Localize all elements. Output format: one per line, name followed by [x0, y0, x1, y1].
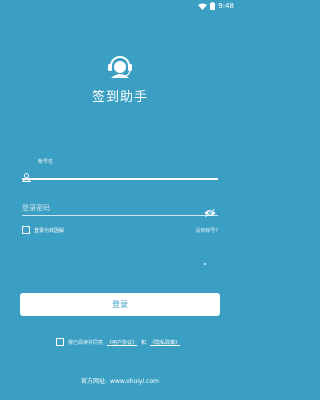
password-underline: [22, 215, 218, 216]
agreement-checkbox[interactable]: [56, 338, 64, 346]
battery-icon: [210, 2, 216, 10]
user-agreement-link[interactable]: 《用户协议》: [107, 339, 137, 346]
password-row: [22, 201, 218, 218]
status-bar: 9:48: [0, 0, 240, 12]
headset-logo-icon: [104, 52, 136, 80]
wifi-icon: [198, 3, 208, 10]
website-label: 官方网址:: [81, 378, 108, 385]
agreement-and: 和: [141, 339, 147, 346]
password-input[interactable]: [22, 201, 202, 215]
remember-row: 登录为双因解: [22, 225, 64, 235]
website-url[interactable]: www.ohuiyi.com: [110, 378, 159, 385]
website-footer: 官方网址: www.ohuiyi.com: [0, 376, 240, 385]
no-account-link[interactable]: 没有帐号?: [195, 227, 218, 234]
privacy-policy-link[interactable]: 《隐私政策》: [150, 339, 180, 346]
status-time: 9:48: [218, 2, 234, 10]
agreement-row: 我已阅读并同意 《用户协议》 和 《隐私政策》: [56, 337, 180, 347]
account-underline: [22, 178, 218, 180]
user-icon: [21, 167, 32, 182]
remember-label: 登录为双因解: [34, 227, 65, 234]
login-button[interactable]: 登录: [20, 293, 220, 316]
remember-checkbox[interactable]: [22, 226, 30, 234]
account-field[interactable]: [21, 164, 218, 182]
agreement-text: 我已阅读并同意: [68, 339, 104, 346]
eye-off-icon[interactable]: [204, 203, 216, 218]
decorative-dot: [204, 263, 206, 265]
app-title: 签到助手: [91, 90, 148, 105]
